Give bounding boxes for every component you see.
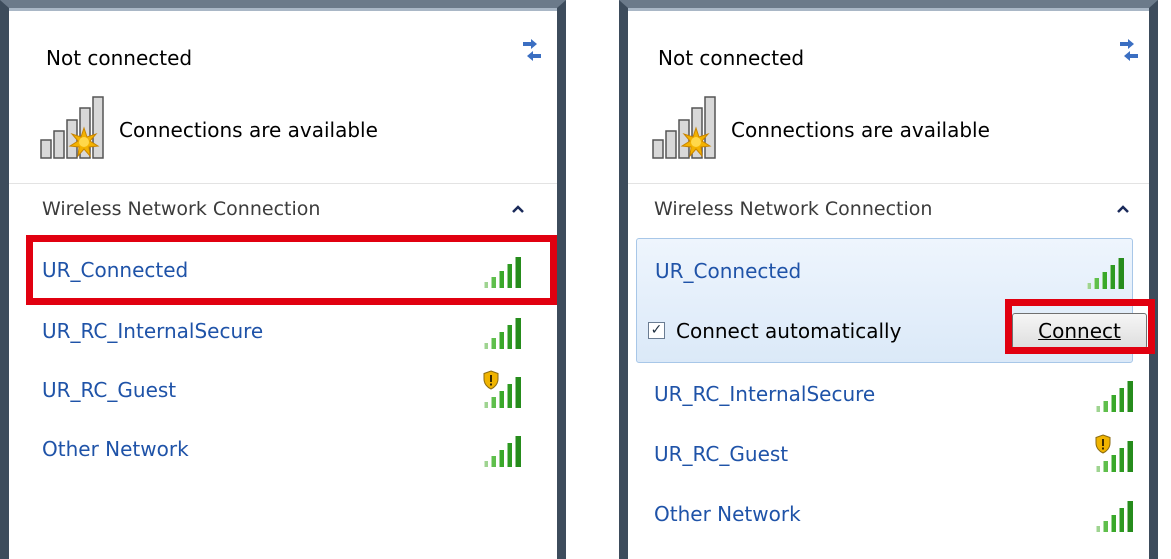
- divider: [9, 183, 557, 184]
- network-name: UR_Connected: [655, 259, 802, 283]
- highlight-box: [26, 235, 557, 305]
- network-name: UR_RC_Guest: [42, 378, 177, 402]
- availability-text: Connections are available: [731, 118, 990, 142]
- network-name: UR_RC_InternalSecure: [654, 382, 876, 406]
- network-item-ur-rc-guest[interactable]: UR_RC_Guest: [42, 364, 522, 420]
- signal-available-icon: [652, 96, 726, 160]
- signal-bars-icon: [1094, 380, 1138, 414]
- refresh-icon[interactable]: [1114, 38, 1144, 62]
- shield-warning-icon: [482, 370, 500, 390]
- network-item-other-network[interactable]: Other Network: [654, 488, 1134, 544]
- section-title: Wireless Network Connection: [654, 198, 933, 220]
- connection-status-title: Not connected: [46, 46, 193, 70]
- network-item-ur-rc-guest[interactable]: UR_RC_Guest: [654, 428, 1134, 484]
- divider: [628, 183, 1149, 184]
- connect-automatically-label: Connect automatically: [676, 319, 902, 343]
- network-name: UR_RC_Guest: [654, 442, 789, 466]
- signal-bars-icon: [482, 435, 526, 469]
- section-title: Wireless Network Connection: [42, 198, 321, 220]
- network-item-ur-rc-internalsecure[interactable]: UR_RC_InternalSecure: [42, 305, 522, 361]
- signal-available-icon: [40, 96, 114, 160]
- network-flyout-left: Not connected Connections are available …: [0, 0, 566, 559]
- refresh-icon[interactable]: [517, 38, 547, 62]
- signal-bars-icon: [1085, 257, 1129, 291]
- network-item-ur-rc-internalsecure[interactable]: UR_RC_InternalSecure: [654, 368, 1134, 424]
- chevron-up-icon[interactable]: [1116, 204, 1130, 214]
- signal-bars-icon: [482, 317, 526, 351]
- network-item-other-network[interactable]: Other Network: [42, 423, 522, 479]
- chevron-up-icon[interactable]: [511, 204, 525, 214]
- shield-warning-icon: [1094, 434, 1112, 454]
- highlight-box: [1005, 299, 1155, 354]
- network-name: UR_RC_InternalSecure: [42, 319, 264, 343]
- connect-automatically-checkbox[interactable]: ✓: [648, 322, 665, 339]
- network-flyout-right: Not connected Connections are available …: [619, 0, 1158, 559]
- connection-status-title: Not connected: [658, 46, 805, 70]
- availability-text: Connections are available: [119, 118, 378, 142]
- signal-bars-icon: [1094, 500, 1138, 534]
- network-name: Other Network: [654, 502, 801, 526]
- network-name: Other Network: [42, 437, 189, 461]
